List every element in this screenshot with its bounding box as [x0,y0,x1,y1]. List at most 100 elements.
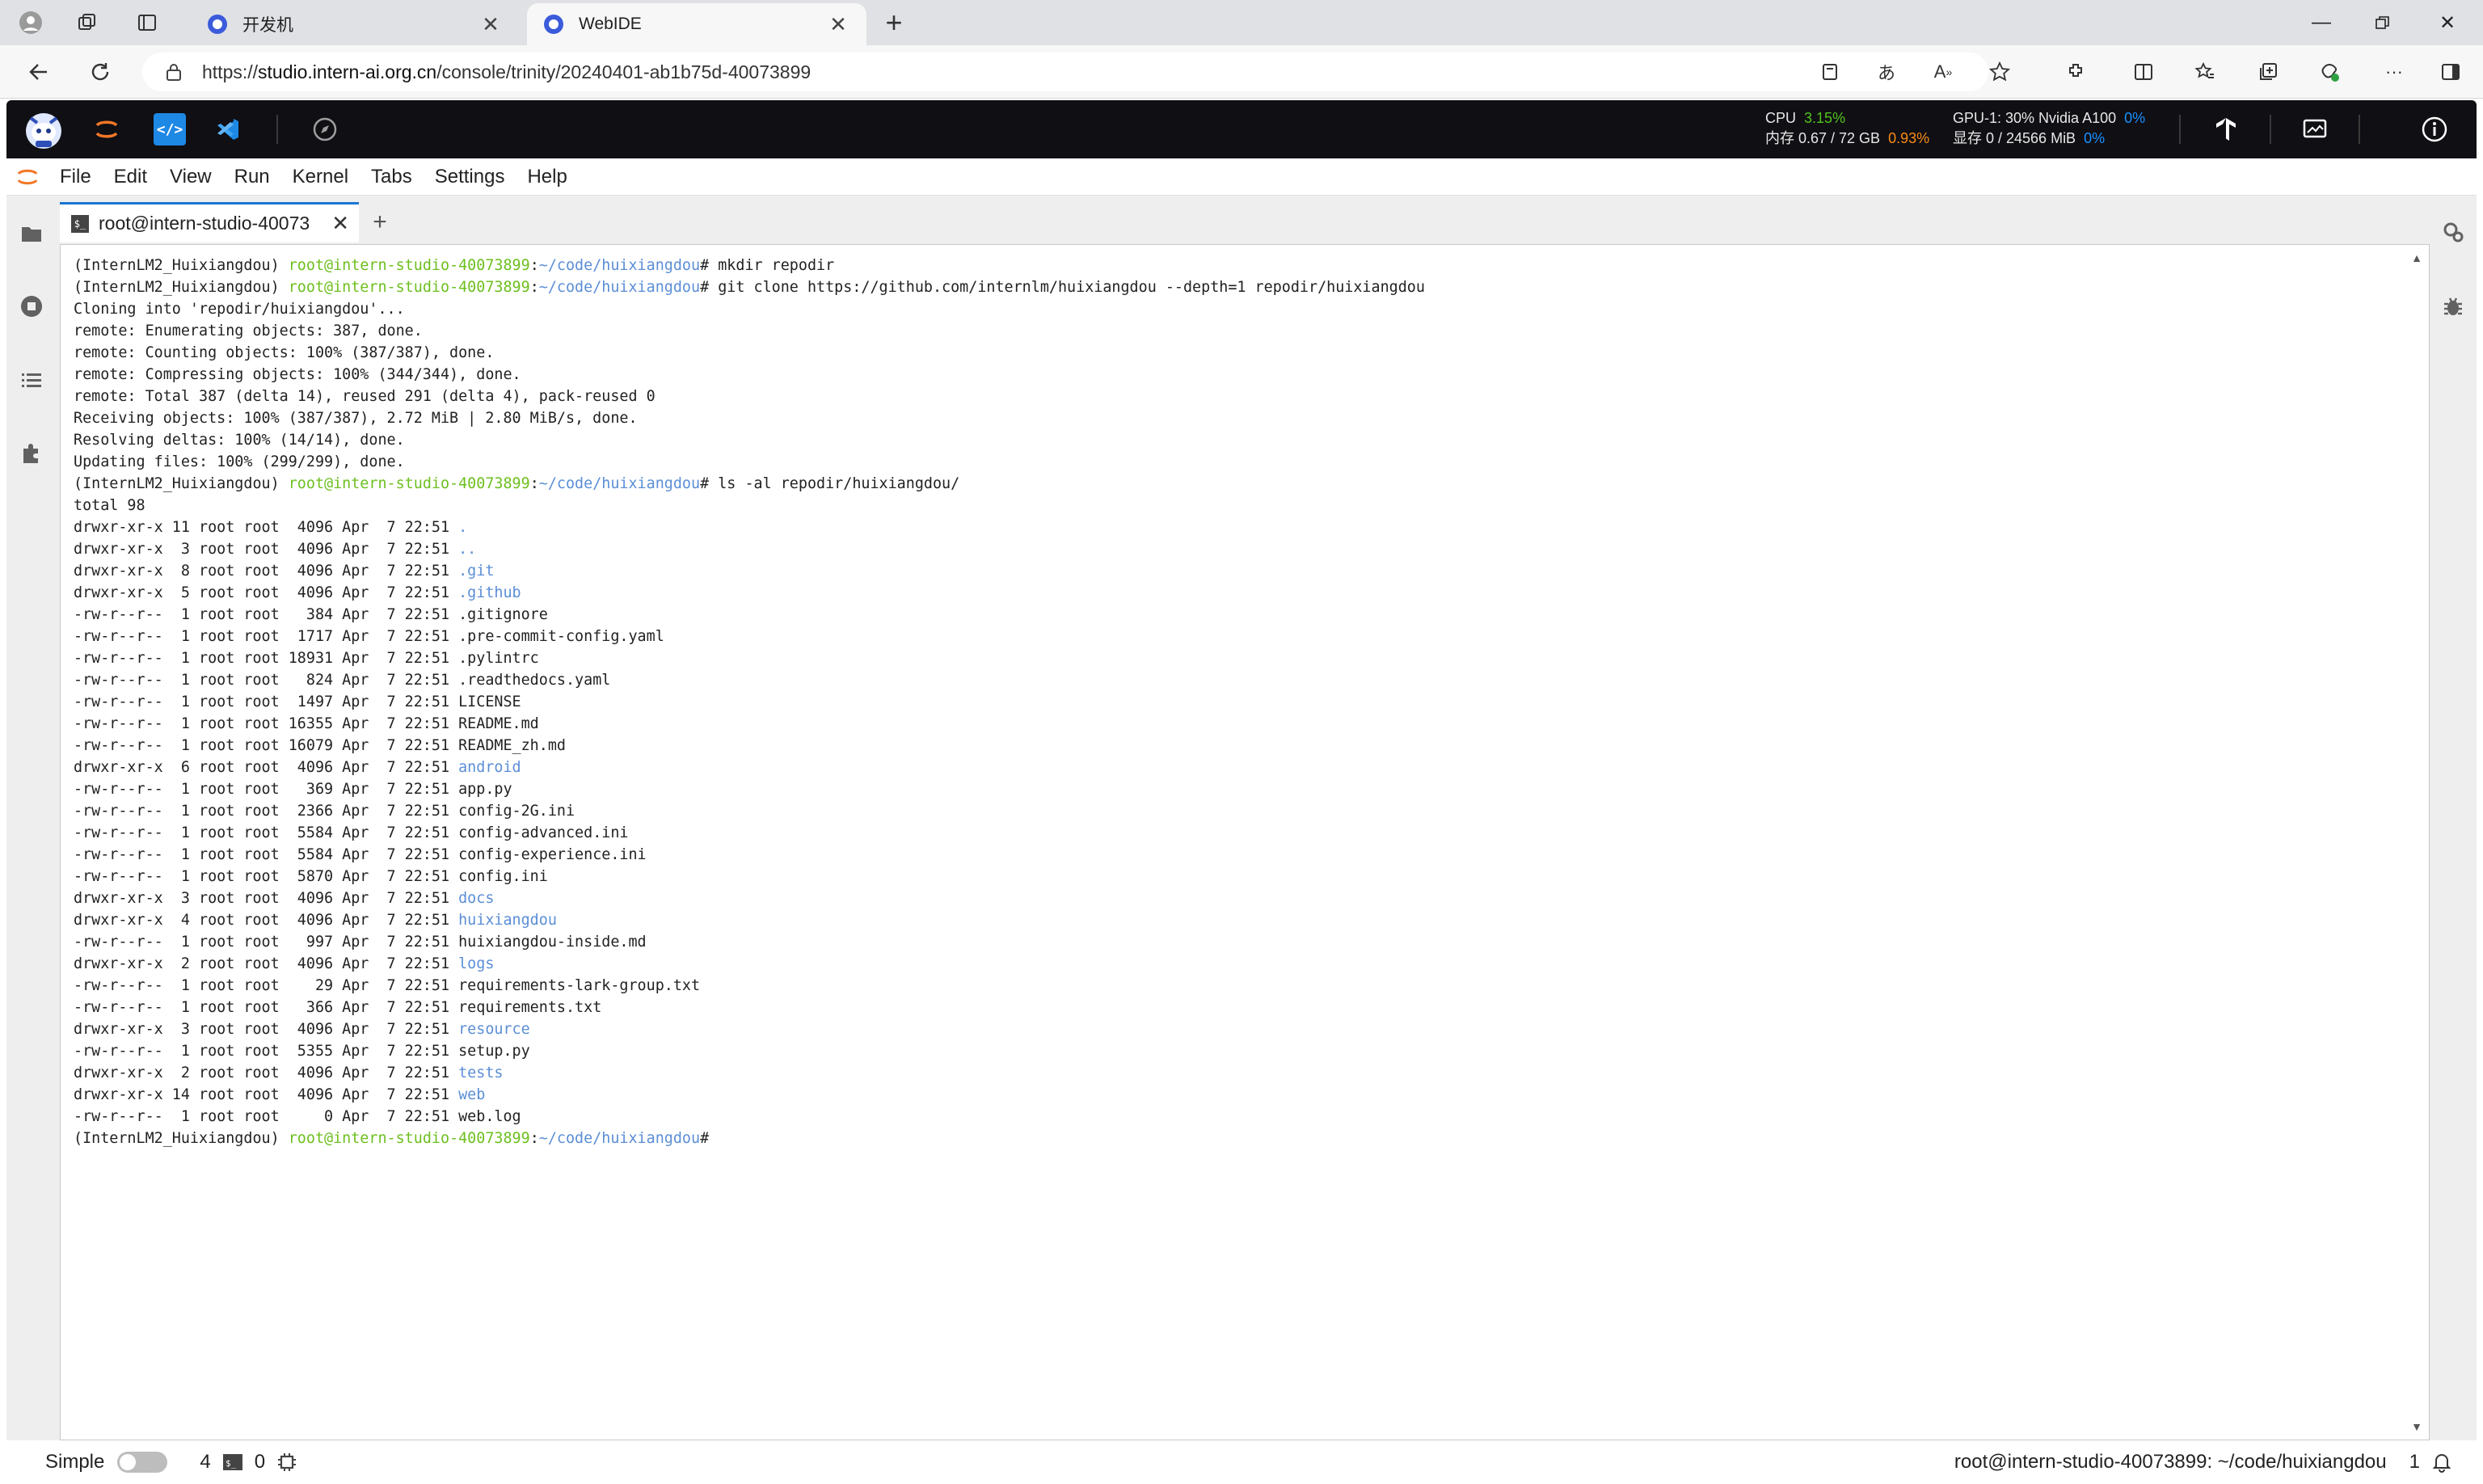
ls-entry: drwxr-xr-x 11 root root 4096 Apr 7 22:51… [74,516,1425,538]
scroll-down-icon[interactable]: ▼ [2411,1420,2422,1433]
intern-studio-logo-icon[interactable] [19,105,68,154]
file-browser-icon[interactable] [18,220,45,247]
collections-icon[interactable] [2252,56,2284,88]
back-icon[interactable] [23,56,55,88]
compass-icon[interactable] [309,113,341,145]
favorites-icon[interactable] [2189,56,2221,88]
jupyter-app-icon[interactable] [91,113,123,145]
close-tab-icon[interactable]: ✕ [826,12,850,37]
url-bar[interactable]: https://studio.intern-ai.org.cn/console/… [142,53,1988,91]
close-window-icon[interactable]: ✕ [2413,0,2481,45]
prompt-user: root@intern-studio-40073899 [288,1130,530,1147]
running-sessions-icon[interactable] [18,293,45,320]
ls-file-name: config-experience.ini [458,846,647,863]
lock-icon[interactable] [165,62,183,82]
table-of-contents-icon[interactable] [18,367,45,394]
menu-tabs[interactable]: Tabs [360,166,424,188]
menu-edit[interactable]: Edit [103,166,158,188]
ls-directory-name: docs [458,890,495,907]
menu-help[interactable]: Help [516,166,578,188]
monitor-icon[interactable] [2299,113,2331,145]
simple-mode-toggle[interactable] [117,1452,168,1473]
ls-entry-meta: -rw-r--r-- 1 root root 29 Apr 7 22:51 [74,977,459,994]
ls-file-name: README.md [458,715,539,732]
terminal-output-line: Receiving objects: 100% (387/387), 2.72 … [74,407,1425,429]
ls-file-name: config-advanced.ini [458,824,629,841]
menu-run[interactable]: Run [223,166,281,188]
close-tab-icon[interactable]: ✕ [478,12,503,37]
output-text: Cloning into 'repodir/huixiangdou'... [74,301,405,318]
tensorflow-icon[interactable] [2210,113,2242,145]
sidebar-toggle-icon[interactable] [2435,56,2467,88]
terminal-output-line: remote: Total 387 (delta 14), reused 291… [74,386,1425,407]
ls-file-name: .readthedocs.yaml [458,672,611,689]
notification-count[interactable]: 1 [2409,1451,2420,1473]
debugger-icon[interactable] [2439,293,2467,320]
new-tab-button[interactable]: + [878,8,910,40]
terminals-count[interactable]: 0 [255,1451,265,1473]
app-available-icon[interactable] [1814,56,1846,88]
prompt-env: (InternLM2_Huixiangdou) [74,257,289,274]
browser-tab-title: WebIDE [579,15,642,33]
close-terminal-tab-icon[interactable]: ✕ [331,211,349,236]
browser-essentials-icon[interactable] [2313,56,2346,88]
more-menu-icon[interactable]: ··· [2378,56,2410,88]
ls-entry: -rw-r--r-- 1 root root 16355 Apr 7 22:51… [74,713,1425,735]
main-dock-panel: $_ root@intern-studio-40073 ✕ + (InternL… [57,196,2430,1440]
prompt-env: (InternLM2_Huixiangdou) [74,475,289,492]
ls-entry-meta: drwxr-xr-x 4 root root 4096 Apr 7 22:51 [74,912,459,929]
terminal-output[interactable]: (InternLM2_Huixiangdou) root@intern-stud… [60,244,2430,1440]
profile-icon[interactable] [15,6,47,39]
extensions-icon[interactable] [2059,56,2092,88]
terminal-tab-title: root@intern-studio-40073 [99,213,310,234]
browser-tab-webide[interactable]: WebIDE ✕ [527,3,866,45]
split-screen-icon[interactable] [2127,56,2160,88]
read-aloud-icon[interactable]: A» [1927,56,1959,88]
ls-entry: -rw-r--r-- 1 root root 5584 Apr 7 22:51 … [74,822,1425,844]
translate-icon[interactable]: あ [1870,56,1903,88]
gpu-value: 0% [2124,110,2146,126]
extension-manager-icon[interactable] [18,440,45,467]
ls-entry: -rw-r--r-- 1 root root 824 Apr 7 22:51 .… [74,669,1425,691]
output-text: Resolving deltas: 100% (14/14), done. [74,432,405,449]
divider [276,115,278,144]
ls-entry-meta: drwxr-xr-x 8 root root 4096 Apr 7 22:51 [74,563,459,580]
ls-entry-meta: drwxr-xr-x 3 root root 4096 Apr 7 22:51 [74,890,459,907]
divider [2270,115,2271,144]
kernel-status-icon[interactable] [276,1452,297,1473]
property-inspector-icon[interactable] [2439,218,2467,246]
restore-icon[interactable] [2349,0,2417,45]
new-launcher-button[interactable]: + [364,207,396,239]
ls-directory-name: . [458,519,468,536]
scroll-up-icon[interactable]: ▲ [2411,251,2422,264]
ls-entry-meta: -rw-r--r-- 1 root root 997 Apr 7 22:51 [74,934,459,951]
vscode-app-icon[interactable] [212,113,244,145]
kernels-count[interactable]: 4 [200,1451,210,1473]
refresh-icon[interactable] [84,56,116,88]
terminal-tab[interactable]: $_ root@intern-studio-40073 ✕ [60,202,359,242]
bell-icon[interactable] [2431,1452,2452,1473]
resource-monitor-gpu: GPU-1: 30% Nvidia A100 0% 显存 0 / 24566 M… [1953,108,2145,149]
vram-label: 显存 0 / 24566 MiB [1953,130,2076,146]
favorite-star-icon[interactable] [1983,56,2016,88]
info-icon[interactable] [2418,113,2451,145]
menu-file[interactable]: File [48,166,103,188]
workspaces-icon[interactable] [71,6,103,39]
menu-kernel[interactable]: Kernel [281,166,360,188]
minimize-icon[interactable]: — [2287,0,2355,45]
terminal-status-icon[interactable]: $_ [222,1452,243,1473]
code-server-app-icon[interactable]: </> [154,113,186,145]
mem-value: 0.93% [1888,130,1930,146]
ls-file-name: config-2G.ini [458,803,575,820]
mem-label: 内存 0.67 / 72 GB [1765,130,1881,146]
output-text: Updating files: 100% (299/299), done. [74,453,405,470]
ls-total: total 98 [74,497,145,514]
menu-view[interactable]: View [158,166,223,188]
ls-entry: drwxr-xr-x 3 root root 4096 Apr 7 22:51 … [74,887,1425,909]
ls-entry-meta: drwxr-xr-x 5 root root 4096 Apr 7 22:51 [74,584,459,601]
prompt-separator: : [529,475,539,492]
tab-actions-icon[interactable] [131,6,163,39]
menu-settings[interactable]: Settings [424,166,516,188]
terminal-output-line: remote: Counting objects: 100% (387/387)… [74,342,1425,364]
browser-tab-devmachine[interactable]: 开发机 ✕ [191,3,519,45]
